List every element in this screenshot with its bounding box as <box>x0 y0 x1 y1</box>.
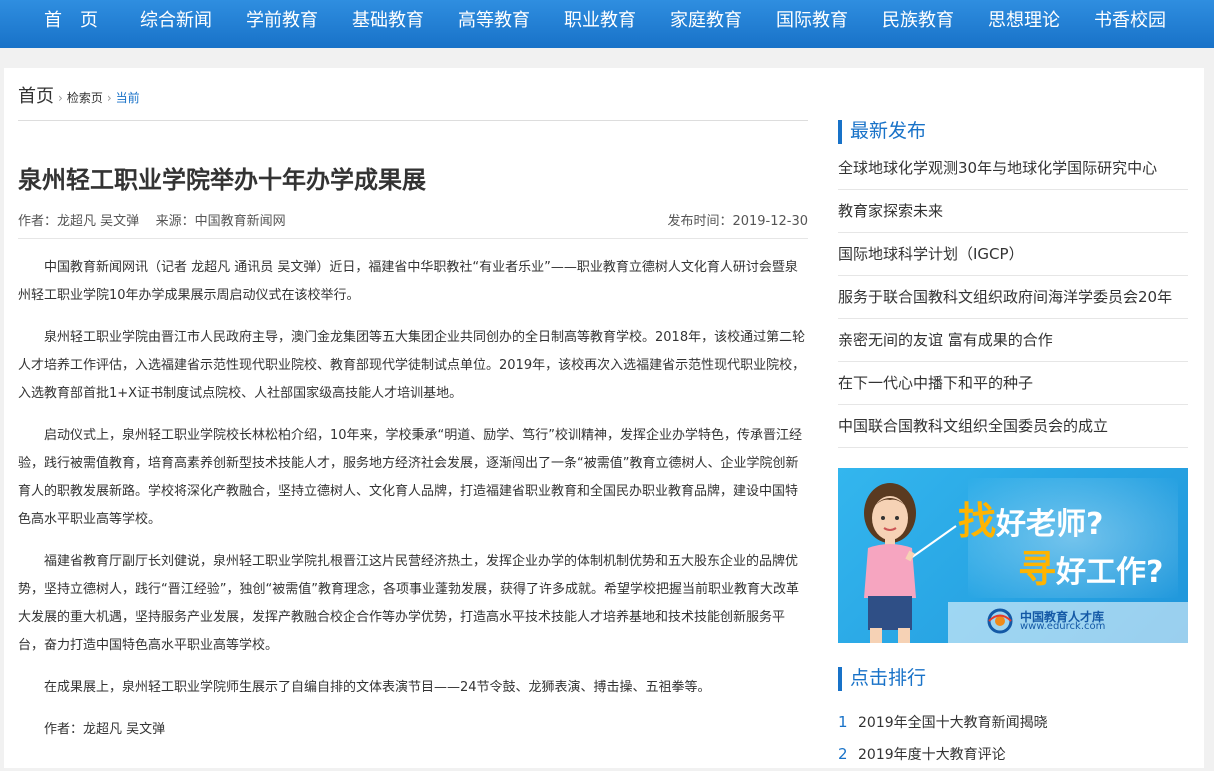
article-meta: 作者：龙超凡 吴文弹 来源：中国教育新闻网 发布时间：2019-12-30 <box>18 210 808 230</box>
article-title: 泉州轻工职业学院举办十年办学成果展 <box>18 166 426 194</box>
nav-item-ethnic[interactable]: 民族教育 <box>880 0 956 42</box>
rank-text: 2019年度十大教育评论 <box>858 747 1006 763</box>
banner-line-2: 寻好工作? <box>1018 547 1164 591</box>
breadcrumb-current: 当前 <box>115 91 140 105</box>
divider <box>18 120 808 121</box>
banner-line-1: 找好老师? <box>958 499 1104 543</box>
rank-heading: 点击排行 <box>838 667 926 691</box>
rank-number: 2 <box>838 745 848 763</box>
rank-text: 2019年全国十大教育新闻揭晓 <box>858 715 1048 731</box>
list-item[interactable]: 国际地球科学计划（IGCP） <box>838 233 1188 276</box>
content-panel: 首页 › 检索页 › 当前 泉州轻工职业学院举办十年办学成果展 作者：龙超凡 吴文弹 来… <box>4 68 1204 768</box>
nav-item-theory[interactable]: 思想理论 <box>986 0 1062 42</box>
list-item[interactable]: 在下一代心中播下和平的种子 <box>838 362 1188 405</box>
list-item[interactable]: 亲密无间的友谊 富有成果的合作 <box>838 319 1188 362</box>
chevron-right-icon: › <box>106 91 112 105</box>
divider <box>18 238 808 239</box>
rank-item[interactable]: 1 2019年全国十大教育新闻揭晓 <box>838 706 1188 738</box>
rank-item[interactable]: 2 2019年度十大教育评论 <box>838 738 1188 770</box>
banner-logo: 中国教育人才库 www.edurck.com <box>986 608 1114 634</box>
breadcrumb: 首页 › 检索页 › 当前 <box>18 82 140 107</box>
nav-item-home[interactable]: 首 页 <box>42 0 100 42</box>
article-source: 来源：中国教育新闻网 <box>155 214 286 229</box>
article-paragraph: 启动仪式上，泉州轻工职业学院校长林松柏介绍，10年来，学校秉承“明道、励学、笃行… <box>18 428 803 527</box>
breadcrumb-search[interactable]: 检索页 <box>67 91 103 105</box>
list-item[interactable]: 服务于联合国教科文组织政府间海洋学委员会20年 <box>838 276 1188 319</box>
article-body: 中国教育新闻网讯（记者 龙超凡 通讯员 吴文弹）近日，福建省中华职教社“有业者乐… <box>18 254 808 758</box>
nav-item-preschool[interactable]: 学前教育 <box>244 0 320 42</box>
article-author: 作者：龙超凡 吴文弹 <box>18 214 140 229</box>
article-date: 发布时间：2019-12-30 <box>667 214 808 229</box>
article-paragraph: 作者：龙超凡 吴文弹 <box>44 722 166 737</box>
breadcrumb-home[interactable]: 首页 <box>18 86 54 107</box>
recruitment-banner[interactable]: 找好老师? 寻好工作? 中国教育人才库 www.edurck.com <box>838 468 1188 643</box>
article-paragraph: 泉州轻工职业学院由晋江市人民政府主导，澳门金龙集团等五大集团企业共同创办的全日制… <box>18 330 806 401</box>
nav-item-news[interactable]: 综合新闻 <box>138 0 214 42</box>
chevron-right-icon: › <box>58 91 63 105</box>
top-nav: 首 页 综合新闻 学前教育 基础教育 高等教育 职业教育 家庭教育 国际教育 民… <box>0 0 1214 48</box>
article-paragraph: 福建省教育厅副厅长刘健说，泉州轻工职业学院扎根晋江这片民营经济热土，发挥企业办学… <box>18 554 799 653</box>
rank-number: 1 <box>838 713 848 731</box>
nav-item-international[interactable]: 国际教育 <box>774 0 850 42</box>
article-paragraph: 在成果展上，泉州轻工职业学院师生展示了自编自排的文体表演节目——24节令鼓、龙狮… <box>44 680 711 695</box>
teacher-illustration-icon <box>864 483 957 643</box>
banner-logo-url: www.edurck.com <box>1020 621 1106 632</box>
list-item[interactable]: 全球地球化学观测30年与地球化学国际研究中心 <box>838 147 1188 190</box>
latest-heading: 最新发布 <box>838 120 926 144</box>
list-item[interactable]: 中国联合国教科文组织全国委员会的成立 <box>838 405 1188 448</box>
list-item[interactable]: 教育家探索未来 <box>838 190 1188 233</box>
talent-bank-logo-icon <box>987 608 1013 634</box>
latest-list: 全球地球化学观测30年与地球化学国际研究中心 教育家探索未来 国际地球科学计划（… <box>838 147 1188 448</box>
nav-item-campus[interactable]: 书香校园 <box>1092 0 1168 42</box>
article-paragraph: 中国教育新闻网讯（记者 龙超凡 通讯员 吴文弹）近日，福建省中华职教社“有业者乐… <box>18 260 798 303</box>
nav-item-vocational[interactable]: 职业教育 <box>562 0 638 42</box>
nav-item-higher[interactable]: 高等教育 <box>456 0 532 42</box>
nav-item-family[interactable]: 家庭教育 <box>668 0 744 42</box>
nav-item-basic[interactable]: 基础教育 <box>350 0 426 42</box>
rank-list: 1 2019年全国十大教育新闻揭晓 2 2019年度十大教育评论 <box>838 706 1188 770</box>
